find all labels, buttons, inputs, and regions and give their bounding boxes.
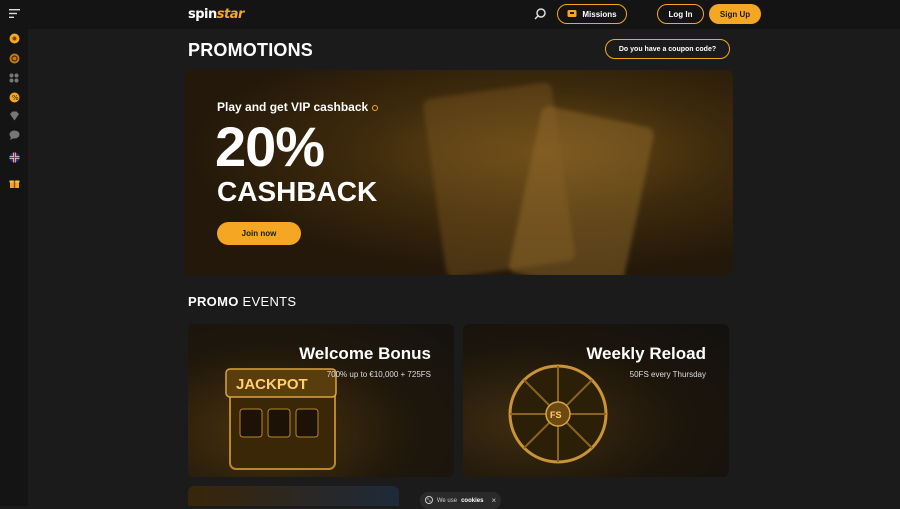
promo-card-partial[interactable] [188,486,399,506]
promo-title: Welcome Bonus [299,344,431,363]
svg-text:%: % [12,94,19,102]
search-icon[interactable] [533,7,547,21]
promotions-icon[interactable]: % [8,91,20,103]
cookie-text-bold: cookies [461,497,484,504]
sidebar: % [0,0,28,506]
logo-text-star: star [216,7,245,22]
vip-icon[interactable] [8,110,20,122]
hero-headline: CASHBACK [217,176,378,207]
gift-icon[interactable] [8,177,20,189]
signup-button[interactable]: Sign Up [709,4,761,24]
login-button[interactable]: Log In [657,4,704,24]
casino-icon[interactable] [8,32,20,44]
cookie-notice[interactable]: We use cookies × [420,492,501,509]
games-icon[interactable] [8,72,20,84]
promo-card-welcome-bonus[interactable]: JACKPOT Welcome Bonus 700% up to €10,000… [188,324,454,477]
missions-icon [567,9,577,20]
promo-description: 700% up to €10,000 + 725FS [326,370,431,379]
promo-description: 50FS every Thursday [629,370,706,379]
close-icon[interactable]: × [491,496,496,505]
hero-banner[interactable]: Play and get VIP cashback 20% CASHBACK J… [184,70,733,275]
page-title: PROMOTIONS [188,40,314,60]
brand-logo[interactable]: spinstar [188,7,244,22]
hero-subtitle-text: Play and get VIP cashback [217,100,369,114]
cookie-text: We use [436,497,458,504]
promo-card-weekly-reload[interactable]: FS Weekly Reload 50FS every Thursday [463,324,729,477]
section-title-bold: PROMO [188,294,239,309]
missions-button[interactable]: Missions [557,4,627,24]
missions-label: Missions [582,9,617,19]
top-bar: spinstar Missions Log In Sign Up [28,0,900,29]
promo-title: Weekly Reload [586,344,706,363]
sports-icon[interactable] [8,52,20,64]
jackpot-art-text: JACKPOT [236,376,308,393]
menu-icon[interactable] [8,7,20,19]
section-title: PROMO EVENTS [188,294,296,309]
hero-percentage: 20% [215,115,325,178]
hero-subtitle: Play and get VIP cashback [217,100,379,114]
section-title-rest: EVENTS [238,294,297,309]
chat-icon[interactable] [8,129,20,141]
coupon-button[interactable]: Do you have a coupon code? [605,39,730,59]
logo-text-spin: spin [188,7,217,22]
join-now-button[interactable]: Join now [217,222,301,245]
fs-art-text: FS [550,410,562,420]
cookie-icon [424,495,433,506]
fortune-wheel-icon: FS [508,364,608,464]
uk-flag-icon[interactable] [8,151,20,163]
coin-icon [372,104,379,111]
